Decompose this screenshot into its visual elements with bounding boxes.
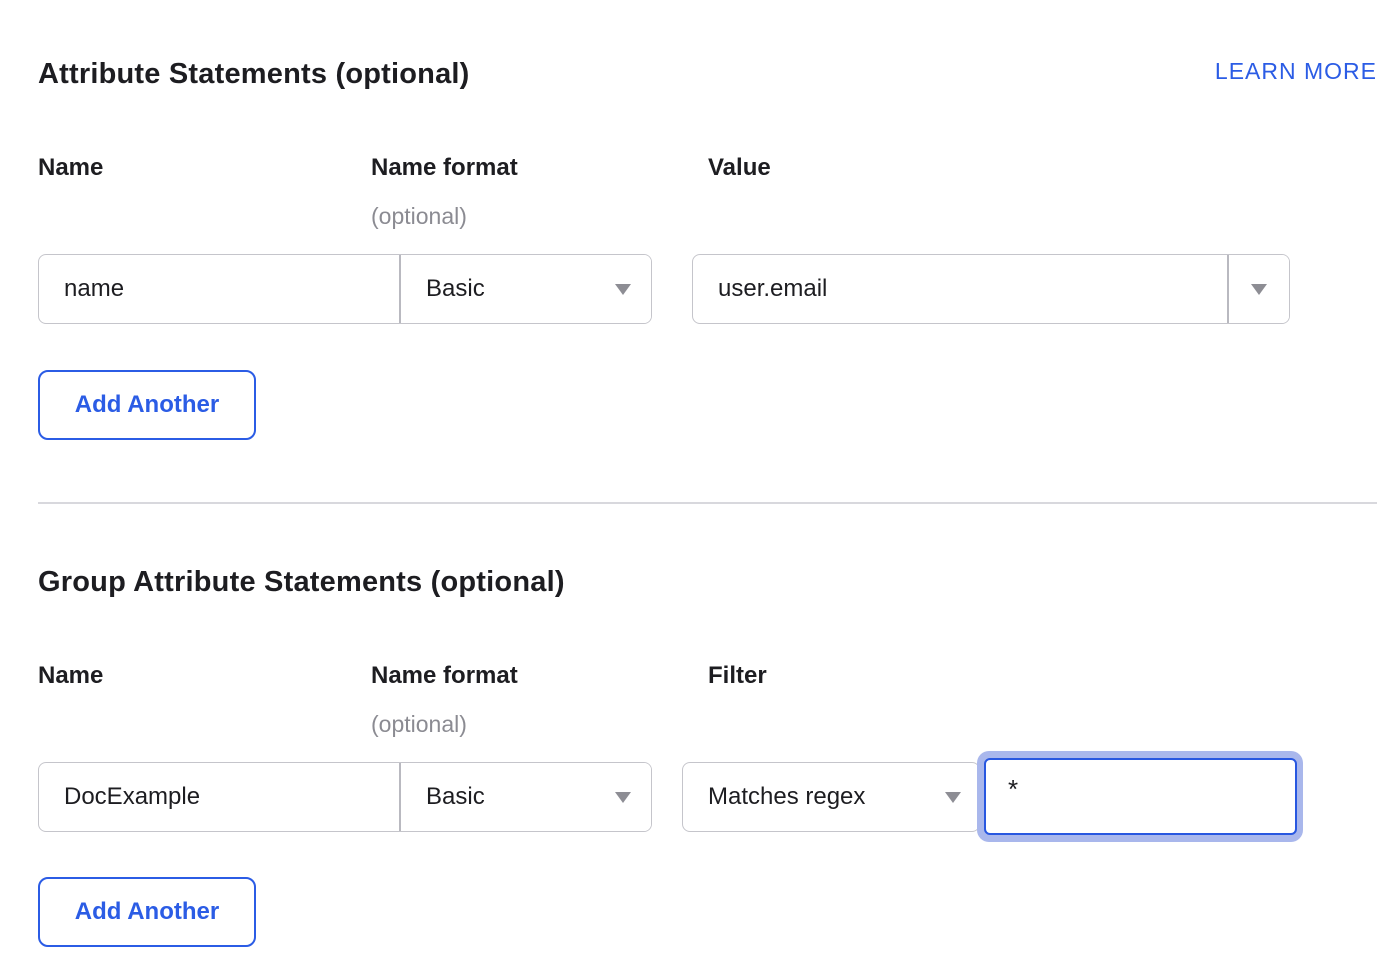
group-name-field-group: Basic — [38, 762, 652, 832]
learn-more-link[interactable]: LEARN MORE — [1215, 58, 1377, 85]
group-attribute-statements-title: Group Attribute Statements (optional) — [38, 566, 565, 599]
group-filter-column-label: Filter — [708, 662, 767, 690]
attribute-statements-title: Attribute Statements (optional) — [38, 58, 470, 91]
attribute-value-column-label: Value — [708, 154, 771, 182]
attribute-add-another-button[interactable]: Add Another — [38, 370, 256, 440]
attribute-name-format-selected-value: Basic — [426, 275, 485, 303]
saml-attribute-settings-page: Attribute Statements (optional) LEARN MO… — [0, 0, 1384, 974]
group-name-format-selected-value: Basic — [426, 783, 485, 811]
attribute-name-format-column-label: Name format — [371, 154, 518, 182]
attribute-name-column-label: Name — [38, 154, 103, 182]
chevron-down-icon — [945, 792, 961, 803]
attribute-name-format-select[interactable]: Basic — [401, 255, 651, 323]
attribute-value-dropdown-button[interactable] — [1229, 255, 1289, 323]
group-filter-type-select[interactable]: Matches regex — [682, 762, 980, 832]
chevron-down-icon — [1251, 284, 1267, 295]
group-name-column-label: Name — [38, 662, 103, 690]
group-filter-value-focus-ring — [977, 751, 1303, 842]
attribute-value-field-group — [692, 254, 1290, 324]
group-name-format-optional-note: (optional) — [371, 711, 467, 738]
group-name-format-select[interactable]: Basic — [401, 763, 651, 831]
attribute-value-input[interactable] — [693, 255, 1227, 323]
section-divider — [38, 502, 1377, 504]
group-add-another-button[interactable]: Add Another — [38, 877, 256, 947]
chevron-down-icon — [615, 792, 631, 803]
group-name-input[interactable] — [39, 763, 399, 831]
attribute-name-input[interactable] — [39, 255, 399, 323]
group-filter-type-selected-value: Matches regex — [708, 783, 865, 811]
attribute-name-field-group: Basic — [38, 254, 652, 324]
group-name-format-column-label: Name format — [371, 662, 518, 690]
group-filter-value-input[interactable] — [984, 758, 1297, 835]
attribute-name-format-optional-note: (optional) — [371, 203, 467, 230]
chevron-down-icon — [615, 284, 631, 295]
